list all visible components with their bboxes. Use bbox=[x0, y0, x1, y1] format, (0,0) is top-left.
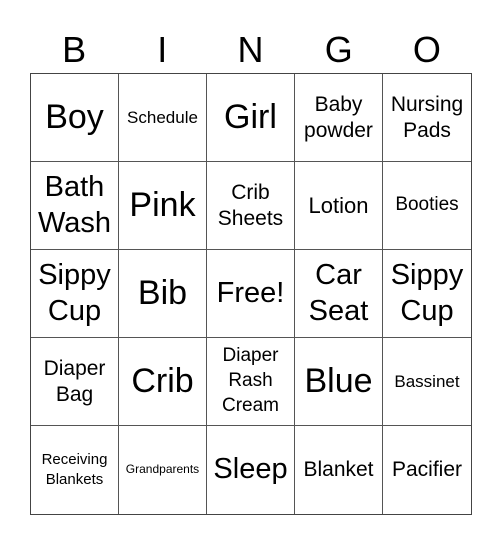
bingo-cell[interactable]: Nursing Pads bbox=[383, 74, 471, 162]
bingo-cell[interactable]: Baby powder bbox=[295, 74, 383, 162]
bingo-cell[interactable]: Sleep bbox=[207, 426, 295, 514]
bingo-cell[interactable]: Crib bbox=[119, 338, 207, 426]
bingo-cell[interactable]: Booties bbox=[383, 162, 471, 250]
header-letter-n: N bbox=[237, 29, 264, 70]
bingo-cell[interactable]: Crib Sheets bbox=[207, 162, 295, 250]
header-letter-g: G bbox=[324, 29, 353, 70]
bingo-cell[interactable]: Bassinet bbox=[383, 338, 471, 426]
bingo-cell[interactable]: Girl bbox=[207, 74, 295, 162]
bingo-cell[interactable]: Bib bbox=[119, 250, 207, 338]
bingo-cell[interactable]: Sippy Cup bbox=[383, 250, 471, 338]
header-letter-b: B bbox=[62, 29, 87, 70]
header-letter-i: I bbox=[157, 29, 168, 70]
bingo-cell[interactable]: Bath Wash bbox=[31, 162, 119, 250]
header-letter-o: O bbox=[412, 29, 441, 70]
free-space-cell[interactable]: Free! bbox=[207, 250, 295, 338]
bingo-cell[interactable]: Receiving Blankets bbox=[31, 426, 119, 514]
bingo-cell[interactable]: Grandparents bbox=[119, 426, 207, 514]
bingo-card-grid: Boy Schedule Girl Baby powder Nursing Pa… bbox=[30, 73, 472, 515]
bingo-cell[interactable]: Diaper Rash Cream bbox=[207, 338, 295, 426]
bingo-header: B I N G O bbox=[30, 28, 471, 72]
bingo-cell[interactable]: Blanket bbox=[295, 426, 383, 514]
bingo-cell[interactable]: Pacifier bbox=[383, 426, 471, 514]
bingo-cell[interactable]: Car Seat bbox=[295, 250, 383, 338]
bingo-cell[interactable]: Sippy Cup bbox=[31, 250, 119, 338]
bingo-cell[interactable]: Lotion bbox=[295, 162, 383, 250]
bingo-cell[interactable]: Blue bbox=[295, 338, 383, 426]
bingo-cell[interactable]: Schedule bbox=[119, 74, 207, 162]
bingo-cell[interactable]: Diaper Bag bbox=[31, 338, 119, 426]
bingo-cell[interactable]: Pink bbox=[119, 162, 207, 250]
bingo-cell[interactable]: Boy bbox=[31, 74, 119, 162]
